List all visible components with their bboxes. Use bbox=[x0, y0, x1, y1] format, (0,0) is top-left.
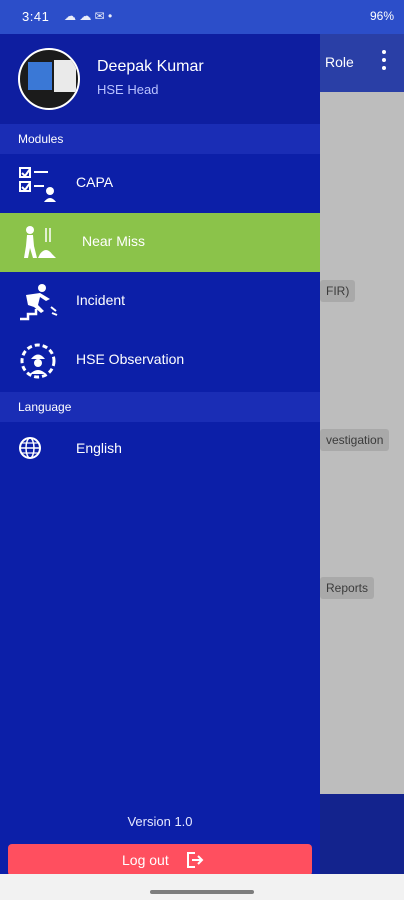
battery-indicator: 96% bbox=[369, 9, 394, 23]
user-role: HSE Head bbox=[97, 82, 159, 97]
system-navigation-bar bbox=[0, 874, 404, 900]
menu-item-capa[interactable]: CAPA bbox=[0, 154, 320, 213]
menu-label-english: English bbox=[76, 440, 122, 456]
checklist-icon bbox=[19, 167, 56, 202]
globe-icon bbox=[19, 437, 41, 459]
background-chip-investigation: vestigation bbox=[320, 429, 390, 451]
background-title: Role bbox=[325, 54, 354, 70]
background-bottom-bar bbox=[320, 794, 404, 884]
more-options-icon[interactable] bbox=[382, 50, 386, 74]
background-chip-reports: Reports bbox=[320, 577, 375, 599]
navigation-drawer: Deepak Kumar HSE Head Modules CAPA Near … bbox=[0, 34, 320, 900]
background-header: Role bbox=[320, 34, 404, 92]
menu-item-english[interactable]: English bbox=[0, 422, 320, 474]
avatar bbox=[18, 48, 80, 110]
falling-person-icon bbox=[20, 284, 58, 321]
notification-icons: ☁ ☁ ✉ • bbox=[64, 9, 113, 23]
menu-label-near-miss: Near Miss bbox=[82, 233, 146, 249]
logout-icon bbox=[187, 852, 204, 868]
user-name: Deepak Kumar bbox=[97, 58, 204, 75]
menu-item-hse-observation[interactable]: HSE Observation bbox=[0, 331, 320, 390]
status-time: 3:41 bbox=[22, 9, 50, 24]
menu-item-incident[interactable]: Incident bbox=[0, 272, 320, 331]
section-modules: Modules bbox=[0, 124, 320, 154]
background-screen: Role FIR) vestigation Reports bbox=[320, 34, 404, 900]
menu-item-near-miss[interactable]: Near Miss bbox=[0, 213, 320, 272]
logout-label: Log out bbox=[122, 852, 169, 868]
logout-button[interactable]: Log out bbox=[8, 844, 312, 876]
menu-label-hse-observation: HSE Observation bbox=[76, 351, 185, 367]
profile-header: Deepak Kumar HSE Head bbox=[0, 34, 320, 124]
background-chip-fir: FIR) bbox=[320, 280, 356, 302]
home-gesture-pill[interactable] bbox=[150, 890, 254, 894]
menu-label-incident: Incident bbox=[76, 292, 126, 308]
menu-label-capa: CAPA bbox=[76, 174, 114, 190]
near-miss-icon bbox=[24, 226, 56, 258]
app-version: Version 1.0 bbox=[127, 814, 193, 829]
section-language: Language bbox=[0, 392, 320, 422]
status-bar: 3:41 ☁ ☁ ✉ • 96% bbox=[0, 0, 404, 34]
safety-worker-gear-icon bbox=[20, 343, 56, 379]
